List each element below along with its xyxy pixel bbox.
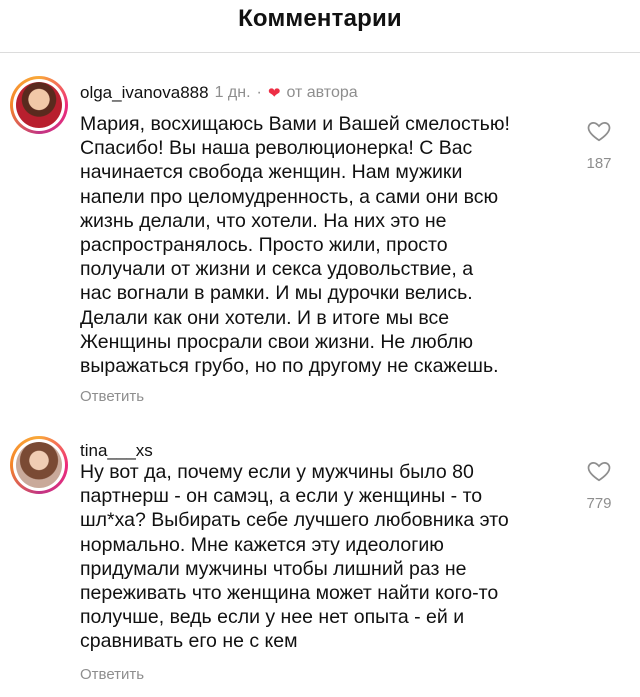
- username[interactable]: olga_ivanova888: [80, 83, 209, 103]
- author-liked-heart-icon: ❤: [267, 84, 281, 102]
- avatar-photo: [16, 442, 62, 488]
- avatar-photo: [16, 82, 62, 128]
- author-note: от автора: [286, 84, 358, 101]
- avatar-ring-gap: [13, 79, 65, 131]
- reply-button[interactable]: Ответить: [80, 666, 144, 683]
- avatar-ring-gap: [13, 439, 65, 491]
- meta-separator: ·: [256, 84, 262, 101]
- header-divider: [0, 52, 640, 53]
- comment-meta: olga_ivanova888 1 дн. · ❤ от автора: [80, 80, 358, 106]
- reply-button[interactable]: Ответить: [80, 388, 144, 405]
- comment-text: Мария, восхищаюсь Вами и Вашей смелостью…: [80, 113, 510, 378]
- avatar[interactable]: [10, 76, 68, 134]
- comment-time: 1 дн.: [214, 84, 251, 101]
- like-count: 187: [586, 155, 612, 172]
- like-column: 779: [572, 458, 626, 512]
- comment-text: Ну вот да, почему если у мужчины было 80…: [80, 461, 509, 653]
- username[interactable]: tina___xs: [80, 441, 153, 461]
- like-column: 187: [572, 118, 626, 172]
- heart-outline-icon[interactable]: [572, 118, 626, 149]
- like-count: 779: [586, 495, 612, 512]
- heart-outline-icon[interactable]: [572, 458, 626, 489]
- avatar[interactable]: [10, 436, 68, 494]
- header: Комментарии: [0, 0, 640, 38]
- page-title: Комментарии: [238, 5, 402, 32]
